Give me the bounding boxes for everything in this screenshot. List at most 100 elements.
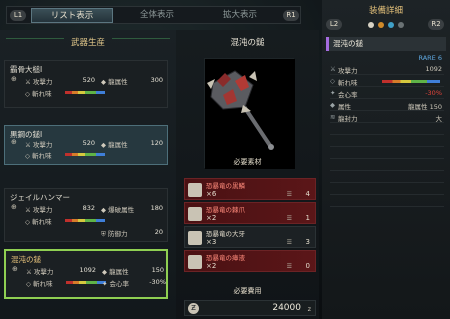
weapon-title: 混沌の鎚: [230, 38, 265, 48]
affinity-value: -30%: [149, 278, 166, 286]
sharpness-label: ◇ 斬れ味: [25, 90, 52, 98]
material-owned: 0: [305, 262, 310, 270]
weapon-name: ジェイルハンマー: [10, 193, 70, 202]
affinity-icon: ✦: [330, 89, 336, 97]
item-box-icon: ☰: [286, 191, 292, 198]
page-dot-icon: [378, 22, 384, 28]
sharpness-bar: [382, 80, 440, 83]
tab-list-view[interactable]: リスト表示: [31, 8, 113, 23]
tab-overall-view[interactable]: 全体表示: [117, 8, 197, 23]
zenny-icon: Ƶ: [188, 303, 199, 314]
weapon-card[interactable]: 黒鋼の鎚Ⅰ ⊕ ⚔ 攻撃力 520 ◆ 龍属性 120 ◇ 斬れ味: [4, 125, 168, 165]
material-row[interactable]: 恐暴竜の大牙 ×3 ☰ 3: [184, 226, 316, 248]
material-required: ×2: [206, 262, 217, 270]
sharpness-label: ◇ 斬れ味: [25, 218, 52, 226]
crafting-screen: L1 リスト表示 全体表示 拡大表示 R1 武器生産 霸骨大槌Ⅰ ⊕ ⚔ 攻撃力…: [0, 0, 450, 319]
material-name: 恐暴竜の黒鱗: [206, 182, 245, 190]
defense-label: ⛨ 防御力: [101, 230, 128, 238]
panel-title: 武器生産: [70, 38, 105, 48]
elderseal-icon: ≋: [330, 113, 336, 121]
material-owned: 3: [305, 238, 310, 246]
cost-bar: Ƶ 24000 z: [184, 300, 316, 316]
rarity-label: RARE 6: [418, 54, 442, 62]
element-value: 120: [150, 139, 163, 147]
stat-row-empty: [330, 160, 444, 171]
material-owned: 4: [305, 190, 310, 198]
attack-label: ⚔ 攻撃力: [25, 78, 53, 86]
materials-heading: 必要素材: [233, 158, 262, 166]
stat-row-empty: [330, 184, 444, 195]
element-icon: ◆: [330, 101, 335, 109]
weapon-name: 霸骨大槌Ⅰ: [10, 65, 43, 74]
material-owned: 1: [305, 214, 310, 222]
material-icon: [188, 255, 202, 269]
stat-row-affinity: ✦ 会心率 -30%: [330, 89, 444, 99]
material-name: 恐暴竜の大牙: [206, 230, 245, 238]
weapon-card[interactable]: 霸骨大槌Ⅰ ⊕ ⚔ 攻撃力 520 ◆ 龍属性 300 ◇ 斬れ味: [4, 60, 168, 108]
attack-value: 1092: [79, 266, 96, 274]
element-label: ◆ 龍属性: [102, 268, 129, 276]
page-dot-icon: [398, 22, 404, 28]
material-icon: [188, 183, 202, 197]
stat-row-element: ◆ 属性 龍属性 150: [330, 101, 444, 111]
rarity-icon: ⊕: [12, 265, 18, 273]
weapon-name: 混沌の鎚: [333, 39, 363, 48]
sharpness-label: ◇ 斬れ味: [26, 280, 53, 288]
defense-value: 20: [154, 228, 163, 236]
r2-button[interactable]: R2: [428, 19, 444, 30]
stat-row-attack: ⚔ 攻撃力 1092: [330, 65, 444, 75]
weapon-name: 混沌の鎚: [11, 255, 41, 264]
material-required: ×2: [206, 214, 217, 222]
item-box-icon: ☰: [286, 263, 292, 270]
l1-button[interactable]: L1: [10, 10, 26, 21]
affinity-label: ✦ 会心率: [102, 280, 130, 288]
sharpness-bar: [65, 153, 105, 156]
material-name: 恐暴竜の瘴液: [206, 254, 245, 262]
page-dot-icon: [368, 22, 374, 28]
element-value: 180: [150, 204, 163, 212]
attack-value: 832: [82, 204, 95, 212]
weapon-card[interactable]: ジェイルハンマー ⊕ ⚔ 攻撃力 832 ◆ 爆破属性 180 ◇ 斬れ味 ⛨ …: [4, 188, 168, 242]
item-box-icon: ☰: [286, 215, 292, 222]
element-value: 150: [151, 266, 164, 274]
cost-heading: 必要費用: [233, 287, 262, 295]
element-label: ◆ 龍属性: [101, 141, 128, 149]
stat-row-elderseal: ≋ 龍封力 大: [330, 113, 444, 123]
material-required: ×3: [206, 238, 217, 246]
sharpness-bar: [66, 281, 106, 284]
attack-label: ⚔ 攻撃力: [25, 206, 53, 214]
stat-row-empty: [330, 124, 444, 135]
view-tab-bar: L1 リスト表示 全体表示 拡大表示 R1: [6, 6, 301, 24]
element-label: ◆ 爆破属性: [101, 206, 135, 214]
stat-row-empty: [330, 172, 444, 183]
stat-row-empty: [330, 196, 444, 207]
sharpness-bar: [65, 219, 105, 222]
hammer-model-icon: [205, 59, 295, 169]
stat-row-empty: [330, 136, 444, 147]
sharpness-bar: [65, 91, 105, 94]
l2-button[interactable]: L2: [326, 19, 342, 30]
page-dot-icon: [388, 22, 394, 28]
attack-value: 520: [82, 139, 95, 147]
rarity-icon: ⊕: [11, 203, 17, 211]
cost-value: 24000: [272, 303, 301, 313]
material-row[interactable]: 恐暴竜の瘴液 ×2 ☰ 0: [184, 250, 316, 272]
material-required: ×6: [206, 190, 217, 198]
material-row[interactable]: 恐暴竜の棘爪 ×2 ☰ 1: [184, 202, 316, 224]
attack-value: 520: [82, 76, 95, 84]
weapon-preview-image: [204, 58, 295, 169]
tab-zoom-view[interactable]: 拡大表示: [201, 8, 279, 23]
element-label: ◆ 龍属性: [101, 78, 128, 86]
material-icon: [188, 207, 202, 221]
material-row[interactable]: 恐暴竜の黒鱗 ×6 ☰ 4: [184, 178, 316, 200]
stat-row-empty: [330, 148, 444, 159]
weapon-card-selected[interactable]: 混沌の鎚 ⊕ ⚔ 攻撃力 1092 ◆ 龍属性 150 ◇ 斬れ味 ✦ 会心率 …: [4, 249, 168, 299]
r1-button[interactable]: R1: [283, 10, 299, 21]
element-value: 300: [150, 76, 163, 84]
attack-label: ⚔ 攻撃力: [25, 141, 53, 149]
weapon-name-bar: 混沌の鎚: [326, 37, 446, 51]
stat-row-sharpness: ◇ 斬れ味: [330, 76, 444, 87]
sharpness-label: ◇ 斬れ味: [25, 152, 52, 160]
equipment-detail-title: 装備詳細: [368, 6, 403, 16]
attack-icon: ⚔: [330, 65, 336, 73]
